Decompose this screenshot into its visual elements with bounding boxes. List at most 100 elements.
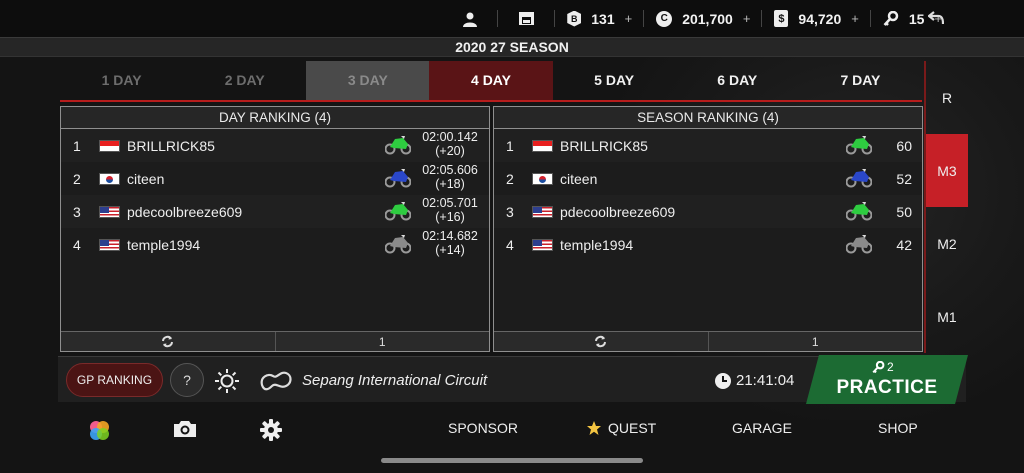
motorcycle-gray-icon (385, 235, 411, 254)
game-center-button[interactable] (88, 419, 110, 441)
flag-indonesia-icon (532, 140, 553, 152)
page-number[interactable]: 1 (275, 332, 489, 351)
tab-day-3[interactable]: 3 DAY (306, 61, 430, 100)
star-icon (587, 421, 601, 435)
player-name: temple1994 (560, 237, 634, 253)
rank-position: 2 (73, 171, 81, 187)
season-ranking-title: SEASON RANKING (4) (494, 107, 922, 129)
bottom-nav: SPONSOR QUEST GARAGE SHOP (0, 410, 1024, 450)
rank-position: 3 (506, 204, 514, 220)
season-points: 42 (896, 237, 912, 253)
page-number[interactable]: 1 (708, 332, 922, 351)
b-points-counter[interactable]: B 131 + (555, 0, 645, 37)
table-row[interactable]: 3 pdecoolbreeze609 50 (494, 195, 922, 228)
flag-usa-icon (99, 206, 120, 218)
motorcycle-green-icon (385, 136, 411, 155)
lap-time: 02:00.142 (+20) (416, 130, 484, 158)
track-layout-icon (260, 371, 292, 391)
table-row[interactable]: 1 BRILLRICK85 02:00.142 (+20) (61, 129, 489, 162)
season-ranking-footer: 1 (494, 331, 922, 351)
points-gain: (+20) (435, 144, 465, 158)
season-points: 50 (896, 204, 912, 220)
motorcycle-green-icon (846, 136, 872, 155)
b-points-value: 131 (591, 10, 615, 27)
practice-label: PRACTICE (836, 377, 938, 398)
profile-button[interactable] (442, 0, 499, 37)
points-gain: (+18) (435, 177, 465, 191)
tab-day-5[interactable]: 5 DAY (553, 61, 676, 100)
tab-day-2[interactable]: 2 DAY (183, 61, 306, 100)
table-row[interactable]: 1 BRILLRICK85 60 (494, 129, 922, 162)
table-row[interactable]: 4 temple1994 02:14.682 (+14) (61, 228, 489, 261)
c-coin-icon: C (656, 10, 673, 27)
refresh-button[interactable] (494, 332, 709, 351)
sponsor-label: SPONSOR (448, 420, 519, 436)
motorcycle-green-icon (846, 202, 872, 221)
sponsor-button[interactable]: SPONSOR (448, 420, 518, 436)
shop-label: SHOP (878, 420, 918, 436)
rank-position: 4 (73, 237, 81, 253)
tab-day-4[interactable]: 4 DAY (429, 61, 553, 100)
screenshot-button[interactable] (172, 419, 198, 439)
league-selector: R M3 M2 M1 (924, 61, 968, 353)
coins-value: 201,700 (682, 10, 733, 27)
race-timer: 21:41:04 (736, 372, 795, 389)
cash-counter[interactable]: $ 94,720 + (762, 0, 871, 37)
table-row[interactable]: 2 citeen 02:05.606 (+18) (61, 162, 489, 195)
back-arrow-icon[interactable] (927, 9, 945, 30)
garage-shortcut-button[interactable] (498, 0, 556, 37)
quest-button[interactable]: QUEST (586, 420, 656, 436)
add-coins-button[interactable]: + (743, 11, 751, 26)
shop-button[interactable]: SHOP (878, 420, 918, 436)
table-row[interactable]: 4 temple1994 42 (494, 228, 922, 261)
camera-icon (174, 421, 196, 437)
player-name: BRILLRICK85 (560, 138, 648, 154)
player-name: pdecoolbreeze609 (560, 204, 676, 220)
player-name: pdecoolbreeze609 (127, 204, 243, 220)
home-indicator[interactable] (381, 458, 643, 463)
practice-button[interactable]: 2 PRACTICE (806, 355, 968, 404)
rank-position: 3 (73, 204, 81, 220)
rank-position: 1 (506, 138, 514, 154)
table-row[interactable]: 2 citeen 52 (494, 162, 922, 195)
player-name: temple1994 (127, 237, 201, 253)
league-m3[interactable]: M3 (926, 134, 968, 207)
add-b-points-button[interactable]: + (625, 11, 633, 26)
points-gain: (+14) (435, 243, 465, 257)
motorcycle-green-icon (385, 202, 411, 221)
table-row[interactable]: 3 pdecoolbreeze609 02:05.701 (+16) (61, 195, 489, 228)
motorcycle-blue-icon (846, 169, 872, 188)
keys-value: 15 (908, 10, 925, 27)
refresh-icon (595, 335, 607, 348)
tab-day-6[interactable]: 6 DAY (676, 61, 799, 100)
lap-time: 02:05.606 (+18) (416, 163, 484, 191)
tab-day-7[interactable]: 7 DAY (799, 61, 922, 100)
flag-usa-icon (532, 206, 553, 218)
season-points: 52 (896, 171, 912, 187)
league-m1[interactable]: M1 (926, 280, 968, 353)
quest-label: QUEST (608, 420, 657, 436)
rank-position: 1 (73, 138, 81, 154)
flag-korea-icon (532, 173, 553, 185)
refresh-button[interactable] (61, 332, 276, 351)
motorcycle-gray-icon (846, 235, 872, 254)
garage-icon (519, 12, 535, 25)
points-gain: (+16) (435, 210, 465, 224)
gp-ranking-button[interactable]: GP RANKING (66, 363, 163, 397)
add-cash-button[interactable]: + (851, 11, 859, 26)
key-icon (872, 360, 885, 373)
garage-button[interactable]: GARAGE (732, 420, 792, 436)
player-name: citeen (560, 171, 598, 187)
league-m2[interactable]: M2 (926, 207, 968, 280)
key-icon (883, 10, 899, 26)
day-ranking-panel: DAY RANKING (4) 1 BRILLRICK85 02:00.142(… (60, 106, 490, 352)
help-button[interactable]: ? (170, 363, 204, 397)
cash-value: 94,720 (798, 10, 842, 27)
flag-usa-icon (99, 239, 120, 251)
settings-button[interactable] (260, 419, 282, 441)
league-r[interactable]: R (926, 61, 968, 134)
b-badge-icon: B (567, 10, 582, 27)
day-ranking-title: DAY RANKING (4) (61, 107, 489, 129)
tab-day-1[interactable]: 1 DAY (60, 61, 183, 100)
coins-counter[interactable]: C 201,700 + (644, 0, 763, 37)
